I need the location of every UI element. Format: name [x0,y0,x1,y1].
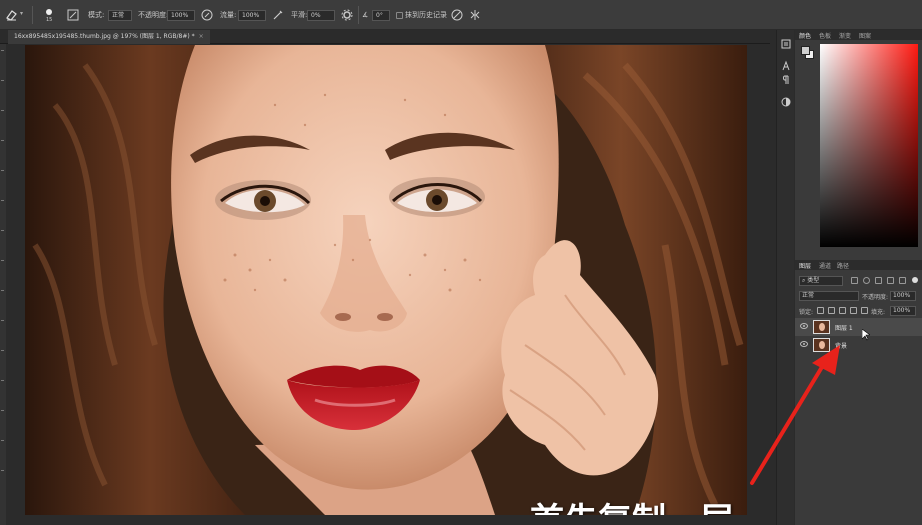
brush-settings-icon[interactable] [66,8,80,22]
angle-icon: ∡ [362,11,369,19]
tab-paths[interactable]: 路径 [837,261,849,270]
color-panel-tabs: 颜色 色板 渐变 图案 [795,30,922,40]
tab-color[interactable]: 颜色 [799,31,811,40]
tutorial-caption: 首先复制一层 [530,493,734,515]
airbrush-icon[interactable] [271,8,285,22]
document-canvas[interactable]: 首先复制一层 [25,45,747,515]
filter-toggle-icon[interactable] [912,277,918,283]
filter-pixel-icon[interactable] [851,277,858,284]
pressure-opacity-icon[interactable] [200,8,214,22]
history-icon[interactable] [780,38,792,50]
tab-patterns[interactable]: 图案 [859,31,871,40]
flow-field[interactable]: 100% [238,10,266,21]
layer-opacity-field[interactable]: 100% [890,291,916,301]
opacity-field[interactable]: 100% [167,10,195,21]
erase-to-history-checkbox[interactable] [396,12,403,19]
filter-type-icon[interactable] [875,277,882,284]
lock-fill-row: 锁定: 填充: 100% [795,304,922,318]
layers-panel-tabs: 图层 通道 路径 [795,260,922,270]
brush-size-value: 15 [46,17,53,23]
lock-all-icon[interactable] [861,307,868,314]
adjustment-icon[interactable] [780,96,792,108]
tool-preset-dropdown-icon[interactable]: ▾ [20,11,26,17]
visibility-eye-icon[interactable] [800,323,808,329]
fill-label: 填充: [871,309,886,316]
color-picker-field[interactable] [820,44,918,247]
smoothing-field[interactable]: 0% [307,10,335,21]
smoothing-options-gear-icon[interactable] [340,8,354,22]
layer-kind-value: 类型 [807,277,820,284]
layer-kind-filter[interactable]: ⌕ 类型 [799,276,843,286]
lock-label: 锁定: [799,309,814,316]
blend-mode-select[interactable]: 正常 [799,291,859,301]
filter-shape-icon[interactable] [887,277,894,284]
layer-thumbnail [813,320,830,334]
mode-select[interactable]: 正常 [108,10,132,21]
symmetry-icon[interactable] [468,8,482,22]
layer-name: 图层 1 [835,325,853,332]
fill-field[interactable]: 100% [890,306,916,316]
pressure-size-icon[interactable] [450,8,464,22]
close-tab-icon[interactable]: × [199,33,204,40]
tab-swatches[interactable]: 色板 [819,31,831,40]
layer-opacity-label: 不透明度: [862,294,889,301]
layer-filter-row: ⌕ 类型 [795,274,922,288]
brush-preset-picker[interactable]: 15 [38,4,60,26]
left-ruler-strip [0,44,6,525]
opacity-label: 不透明度: [138,11,169,19]
document-tab[interactable]: 16xx895485x195485.thumb.jpg @ 197% (图层 1… [8,30,210,44]
tab-layers[interactable]: 图层 [799,261,811,270]
filter-adjustment-icon[interactable] [863,277,870,284]
character-icon[interactable] [780,60,792,72]
erase-to-history-label: 抹到历史记录 [405,11,447,19]
options-bar: ▾ 15 模式: 正常 不透明度: 100% 流量: 100% 平滑: 0% ∡… [0,0,922,30]
portrait-photo [25,45,747,515]
paragraph-icon[interactable] [780,74,792,86]
eraser-tool-icon[interactable] [4,8,18,22]
blend-opacity-row: 正常 不透明度: 100% [795,289,922,303]
layer-row-layer1[interactable]: 图层 1 [795,318,922,336]
foreground-color-swatch[interactable] [801,46,810,55]
document-tab-bar: 16xx895485x195485.thumb.jpg @ 197% (图层 1… [0,30,770,44]
smoothing-label: 平滑: [291,11,308,19]
mode-label: 模式: [88,11,105,19]
lock-image-icon[interactable] [828,307,835,314]
lock-position-icon[interactable] [839,307,846,314]
flow-label: 流量: [220,11,237,19]
lock-artboard-icon[interactable] [850,307,857,314]
lock-transparent-icon[interactable] [817,307,824,314]
document-tab-title: 16xx895485x195485.thumb.jpg @ 197% (图层 1… [14,33,195,40]
filter-smart-object-icon[interactable] [899,277,906,284]
tab-channels[interactable]: 通道 [819,261,831,270]
tab-gradients[interactable]: 渐变 [839,31,851,40]
angle-field[interactable]: 0° [372,10,390,21]
annotation-arrow [750,345,840,485]
